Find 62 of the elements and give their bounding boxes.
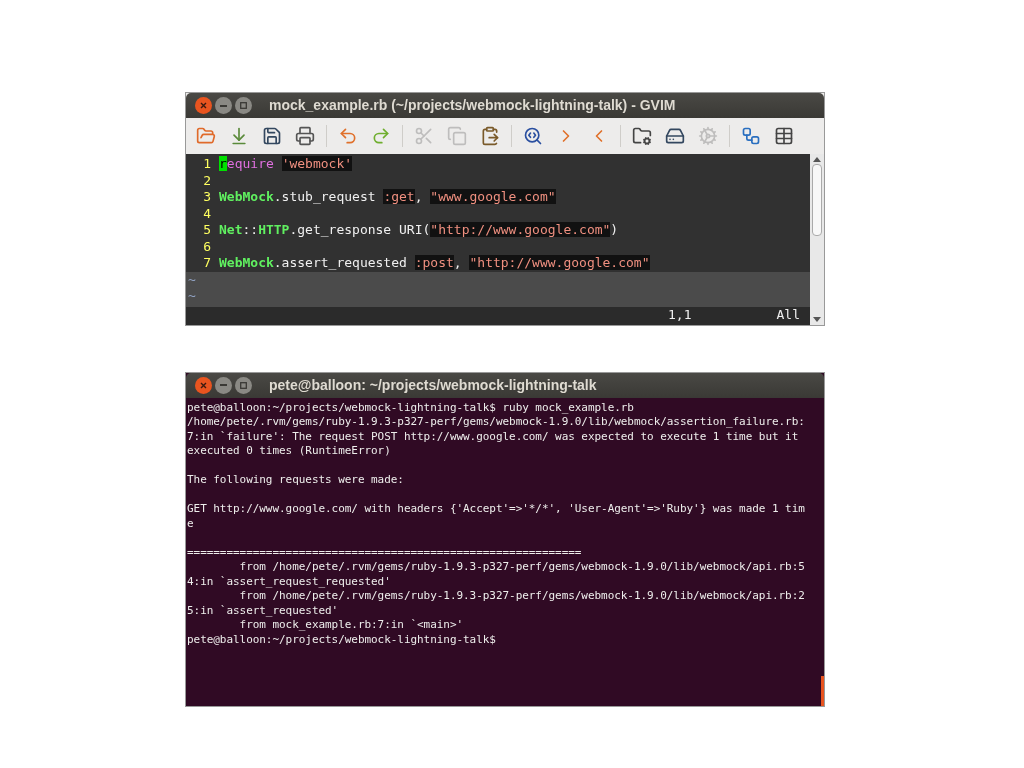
scrollbar-thumb[interactable] — [812, 164, 822, 236]
code-line: WebMock.assert_requested :post, "http://www.google.com" — [219, 255, 650, 272]
code-line: WebMock.stub_request :get, "www.google.com" — [219, 189, 556, 206]
line-number: 6 — [202, 238, 212, 255]
line-number: 4 — [202, 205, 212, 222]
drive-icon — [665, 126, 685, 146]
terminal-line: e — [186, 516, 195, 531]
minimize-icon — [220, 104, 227, 107]
scroll-position: All — [776, 307, 800, 324]
clipboard-icon — [480, 126, 500, 146]
scroll-up-icon[interactable] — [813, 156, 821, 162]
line-number: 2 — [202, 172, 212, 189]
maximize-icon — [240, 381, 247, 389]
terminal-line: The following requests were made: — [186, 473, 405, 488]
scissors-icon — [414, 126, 434, 146]
terminal-line: 7:in `failure': The request POST http://www.google.com/ was expected to execute 1 time but it — [186, 429, 800, 444]
code-line: Net::HTTP.get_response URI("http://www.google.com") — [219, 222, 619, 239]
copy-icon — [447, 126, 467, 146]
scroll-down-icon[interactable] — [813, 316, 821, 323]
close-icon — [200, 102, 207, 109]
close-icon — [200, 381, 207, 389]
download-icon — [229, 126, 249, 146]
empty-line-tilde: ~ — [187, 288, 197, 305]
magnifier-icon — [523, 126, 543, 146]
terminal-line: 5:in `assert_requested' — [186, 603, 340, 618]
scroll-indicator — [821, 675, 824, 706]
scrollbar[interactable] — [810, 154, 824, 325]
maximize-button[interactable] — [235, 97, 252, 114]
folder-icon — [196, 126, 216, 146]
terminal-line: 4:in `assert_request_requested' — [186, 574, 392, 589]
terminal-line: from /home/pete/.rvm/gems/ruby-1.9.3-p327-perf/gems/webmock-1.9.0/lib/webmock/api.rb:5 — [238, 560, 806, 575]
maximize-button[interactable] — [235, 376, 252, 394]
terminal-line: /home/pete/.rvm/gems/ruby-1.9.3-p327-perf/gems/webmock-1.9.0/lib/webmock/assertion_failure.rb: — [186, 415, 806, 430]
maximize-icon — [240, 102, 247, 109]
minimize-button[interactable] — [215, 97, 232, 114]
line-number: 7 — [202, 255, 212, 272]
line-number: 5 — [202, 222, 212, 239]
toolbar-button[interactable] — [293, 124, 317, 148]
folder-gear-icon — [632, 126, 652, 146]
redo-icon — [371, 126, 391, 146]
window-title: mock_example.rb (~/projects/webmock-lightning-talk) - GVIM — [269, 96, 676, 115]
flow-icon — [741, 126, 761, 146]
table-icon — [774, 126, 794, 146]
terminal-line: ============================================================ — [186, 545, 583, 560]
window-title: pete@balloon: ~/projects/webmock-lightning-talk — [269, 375, 597, 395]
cursor-position: 1,1 — [668, 307, 692, 324]
undo-icon — [338, 126, 358, 146]
gear-icon — [698, 126, 718, 146]
line-number: 3 — [202, 189, 212, 206]
terminal-line: from mock_example.rb:7:in `<main>' — [238, 618, 465, 633]
printer-icon — [295, 126, 315, 146]
terminal-line: pete@balloon:~/projects/webmock-lightning-talk$ — [186, 632, 497, 647]
terminal-line: executed 0 times (RuntimeError) — [186, 444, 392, 459]
line-number: 1 — [202, 156, 212, 173]
minimize-icon — [220, 384, 227, 386]
terminal-line: GET http://www.google.com/ with headers {'Accept'=>'*/*', 'User-Agent'=>'Ruby'} was made 1 tim — [186, 502, 806, 517]
close-button[interactable] — [195, 376, 212, 394]
close-button[interactable] — [195, 97, 212, 114]
terminal-line: pete@balloon:~/projects/webmock-lightning-talk$ ruby mock_example.rb — [186, 400, 635, 415]
minimize-button[interactable] — [215, 376, 232, 394]
terminal-line: from /home/pete/.rvm/gems/ruby-1.9.3-p327-perf/gems/webmock-1.9.0/lib/webmock/api.rb:2 — [238, 589, 806, 604]
empty-line-tilde: ~ — [187, 271, 197, 288]
